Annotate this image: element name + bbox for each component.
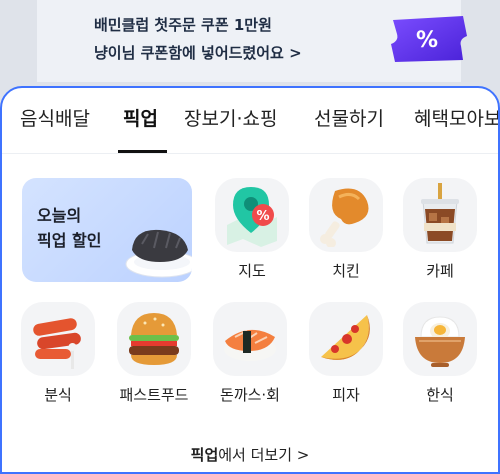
pizza-icon	[321, 315, 370, 360]
category-label: 한식	[426, 386, 454, 404]
category-cafe[interactable]: 카페	[398, 178, 482, 286]
percent-ticket-icon: %	[391, 16, 467, 62]
pickup-card: 음식배달 픽업 장보기·쇼핑 선물하기 혜택모아보기 오늘의 픽업 할인 % 지…	[0, 86, 500, 474]
banner-title: 배민클럽 첫주문 쿠폰 1만원	[94, 16, 272, 34]
category-tabs: 음식배달 픽업 장보기·쇼핑 선물하기 혜택모아보기	[2, 88, 498, 154]
iced-drink-icon	[421, 183, 459, 244]
tab-gifts[interactable]: 선물하기	[314, 104, 384, 131]
svg-text:%: %	[256, 209, 269, 224]
tab-pickup[interactable]: 픽업	[123, 104, 158, 131]
category-label: 분식	[44, 386, 72, 404]
banner-link[interactable]: 냥이님 쿠폰함에 넣어드렸어요 >	[94, 42, 302, 63]
category-map[interactable]: % 지도	[210, 178, 294, 286]
tab-food-delivery[interactable]: 음식배달	[20, 104, 90, 131]
category-label: 피자	[332, 386, 360, 404]
rice-bowl-icon	[415, 316, 465, 367]
tteokbokki-icon	[33, 318, 81, 369]
category-fastfood[interactable]: 패스트푸드	[112, 302, 196, 410]
category-pizza[interactable]: 피자	[304, 302, 388, 410]
category-label: 카페	[426, 262, 454, 280]
category-label: 돈까스·회	[220, 386, 280, 404]
category-bunsik[interactable]: 분식	[16, 302, 100, 410]
promo-line1: 오늘의	[37, 206, 82, 225]
more-bold: 픽업	[190, 446, 219, 464]
category-label: 패스트푸드	[119, 386, 189, 404]
see-more-pickup-link[interactable]: 픽업에서 더보기 >	[2, 444, 498, 465]
active-tab-indicator	[118, 150, 167, 153]
category-label: 치킨	[332, 262, 360, 280]
promo-line2: 픽업 할인	[37, 231, 102, 250]
map-pin-icon: %	[227, 187, 277, 247]
more-rest: 에서 더보기 >	[218, 446, 310, 464]
chicken-icon	[320, 188, 369, 247]
tab-benefits[interactable]: 혜택모아보기	[414, 104, 498, 131]
burger-icon	[129, 313, 179, 365]
category-porkcutlet-sashimi[interactable]: 돈까스·회	[208, 302, 292, 410]
sushi-icon	[224, 329, 276, 361]
tab-grocery-shopping[interactable]: 장보기·쇼핑	[184, 104, 277, 131]
coupon-banner[interactable]: 배민클럽 첫주문 쿠폰 1만원 냥이님 쿠폰함에 넣어드렸어요 > %	[37, 0, 467, 82]
todays-pickup-discount-tile[interactable]: 오늘의 픽업 할인	[22, 178, 192, 282]
bread-plate-image	[125, 229, 192, 278]
category-label: 지도	[238, 262, 266, 280]
category-korean[interactable]: 한식	[398, 302, 482, 410]
svg-text:%: %	[416, 28, 438, 53]
category-chicken[interactable]: 치킨	[304, 178, 388, 286]
promo-text: 오늘의 픽업 할인	[37, 203, 101, 253]
